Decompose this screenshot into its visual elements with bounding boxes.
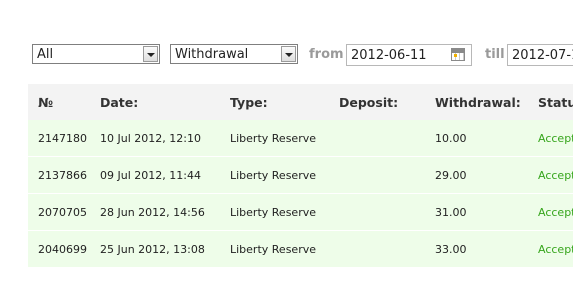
cell-date: 10 Jul 2012, 12:10 [100, 132, 201, 145]
type-select-value: All [37, 47, 54, 62]
from-date-value: 2012-06-11 [351, 48, 427, 63]
cell-id: 2070705 [38, 206, 87, 219]
table-header: № Date: Type: Deposit: Withdrawal: Statu… [28, 84, 573, 120]
table-row: 2040699 25 Jun 2012, 13:08 Liberty Reser… [28, 231, 573, 268]
cell-date: 09 Jul 2012, 11:44 [100, 169, 201, 182]
operation-select-value: Withdrawal [175, 47, 249, 62]
chevron-down-icon[interactable] [143, 46, 158, 62]
cell-id: 2137866 [38, 169, 87, 182]
cell-type: Liberty Reserve [230, 206, 316, 219]
cell-id: 2147180 [38, 132, 87, 145]
table-row: 2147180 10 Jul 2012, 12:10 Liberty Reser… [28, 120, 573, 157]
till-label: till [485, 47, 505, 62]
chevron-down-icon[interactable] [281, 46, 296, 62]
operation-select[interactable]: Withdrawal [170, 44, 298, 64]
cell-date: 28 Jun 2012, 14:56 [100, 206, 205, 219]
column-header-deposit: Deposit: [339, 95, 399, 110]
calendar-icon[interactable] [451, 48, 465, 61]
status-badge: Accepted [538, 206, 573, 219]
table-row: 2070705 28 Jun 2012, 14:56 Liberty Reser… [28, 194, 573, 231]
column-header-number: № [38, 95, 54, 110]
cell-type: Liberty Reserve [230, 132, 316, 145]
cell-type: Liberty Reserve [230, 169, 316, 182]
status-badge: Accepted [538, 243, 573, 256]
column-header-withdrawal: Withdrawal: [435, 95, 521, 110]
cell-withdrawal: 33.00 [435, 243, 467, 256]
cell-type: Liberty Reserve [230, 243, 316, 256]
status-badge: Accepted [538, 169, 573, 182]
from-date-input[interactable]: 2012-06-11 [346, 44, 472, 66]
column-header-date: Date: [100, 95, 139, 110]
column-header-status: Status [538, 95, 573, 110]
column-header-type: Type: [230, 95, 268, 110]
till-date-input[interactable]: 2012-07-11 [507, 44, 573, 66]
cell-id: 2040699 [38, 243, 87, 256]
type-select[interactable]: All [32, 44, 160, 64]
cell-date: 25 Jun 2012, 13:08 [100, 243, 205, 256]
cell-withdrawal: 31.00 [435, 206, 467, 219]
filter-bar: All Withdrawal from 2012-06-11 till 2012… [0, 0, 573, 80]
cell-withdrawal: 29.00 [435, 169, 467, 182]
status-badge: Accepted [538, 132, 573, 145]
from-label: from [309, 47, 344, 62]
till-date-value: 2012-07-11 [512, 48, 573, 63]
transactions-table: № Date: Type: Deposit: Withdrawal: Statu… [28, 84, 573, 268]
table-row: 2137866 09 Jul 2012, 11:44 Liberty Reser… [28, 157, 573, 194]
cell-withdrawal: 10.00 [435, 132, 467, 145]
